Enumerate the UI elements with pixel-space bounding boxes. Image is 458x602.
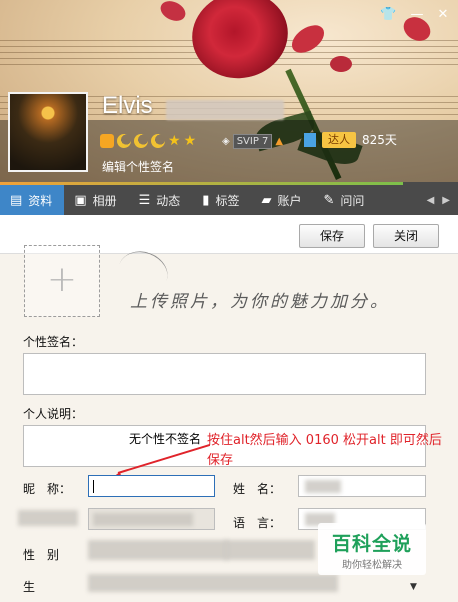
tab-label: 资料 <box>28 193 53 208</box>
star-icon: ★ <box>168 133 181 149</box>
language-label: 语 言： <box>233 516 282 530</box>
daren-icon <box>304 132 316 147</box>
moon-icon <box>117 134 131 148</box>
question-icon: ✎ <box>323 192 335 208</box>
edit-signature-link[interactable]: 编辑个性签名 <box>102 158 174 175</box>
skin-icon[interactable]: 👕 <box>380 8 396 22</box>
tab-label: 标签 <box>215 193 240 208</box>
crown-icon <box>100 134 114 148</box>
name-input[interactable] <box>298 475 426 497</box>
tab-scroll-left-icon[interactable]: ◀ <box>427 195 435 206</box>
redacted-gender <box>88 540 228 560</box>
briefcase-icon: ▰ <box>261 192 272 208</box>
tab-tags[interactable]: ▮ 标签 <box>192 185 251 215</box>
photo-icon: ▣ <box>74 192 87 208</box>
tab-label: 问问 <box>340 193 365 208</box>
star-icon: ★ <box>183 133 197 149</box>
dropdown-arrow-icon[interactable]: ▼ <box>410 582 417 592</box>
tab-label: 动态 <box>156 193 181 208</box>
tab-bar: ▤ 资料 ▣ 相册 ☰ 动态 ▮ 标签 ▰ 账户 ✎ 问问 ◀ ▶ <box>0 185 458 215</box>
redacted-value <box>305 480 341 493</box>
nickname-label: 昵 称： <box>23 482 72 496</box>
upload-photo-hint: 上传照片，为你的魅力加分。 <box>130 292 390 312</box>
watermark-subtitle: 助你轻松解决 <box>342 560 402 571</box>
gender-label: 性 别 <box>23 548 60 562</box>
description-label: 个人说明： <box>23 407 84 421</box>
svip-label: SVIP 7 <box>232 133 273 149</box>
up-arrow-icon: ▲ <box>275 135 284 147</box>
moon-icon <box>151 134 165 148</box>
close-button[interactable]: 关闭 <box>373 224 439 248</box>
tab-profile[interactable]: ▤ 资料 <box>0 185 65 215</box>
tab-scroll-arrows: ◀ ▶ <box>427 185 458 215</box>
level-badges[interactable]: ★ ★ <box>100 133 196 149</box>
description-text: 无个性不签名 <box>129 432 202 446</box>
tab-scroll-right-icon[interactable]: ▶ <box>442 195 450 206</box>
upload-photo-box[interactable]: + <box>24 245 100 317</box>
tab-label: 账户 <box>277 193 302 208</box>
redacted-input[interactable] <box>88 508 215 530</box>
nickname-input[interactable] <box>88 475 215 497</box>
minimize-icon[interactable]: — <box>410 8 424 22</box>
redacted-account-number <box>166 100 284 120</box>
redacted-value <box>93 513 193 526</box>
diamond-icon: ◈ <box>222 135 230 147</box>
tab-account[interactable]: ▰ 账户 <box>251 185 313 215</box>
svip-badge[interactable]: ◈ SVIP 7 ▲ <box>222 133 283 149</box>
tutorial-annotation: 按住alt然后输入 0160 松开alt 即可然后保存 <box>207 433 442 468</box>
id-card-icon: ▤ <box>10 192 23 208</box>
save-button[interactable]: 保存 <box>299 224 365 248</box>
close-window-icon[interactable]: ✕ <box>436 8 450 22</box>
tab-questions[interactable]: ✎ 问问 <box>313 185 376 215</box>
text-caret <box>93 480 94 493</box>
rose-petal <box>157 0 189 25</box>
redacted-label <box>18 510 78 526</box>
moon-icon <box>134 134 148 148</box>
redacted-birthday <box>88 574 338 592</box>
signature-field[interactable] <box>23 353 426 395</box>
name-label: 姓 名： <box>233 482 282 496</box>
daren-label: 达人 <box>322 131 356 148</box>
plus-icon: + <box>46 259 78 300</box>
bookmark-icon: ▮ <box>202 192 210 208</box>
watermark: 百科全说 助你轻松解决 <box>318 523 426 575</box>
tab-album[interactable]: ▣ 相册 <box>64 185 128 215</box>
profile-header: 👕 — ✕ Elvis ★ ★ ◈ SVIP 7 ▲ 达人 825天 编辑个性签… <box>0 0 458 185</box>
rose-petal <box>330 56 352 72</box>
signature-label: 个性签名： <box>23 335 84 349</box>
profile-nickname: Elvis <box>102 92 153 119</box>
watermark-title: 百科全说 <box>331 533 412 555</box>
avatar[interactable] <box>8 92 88 172</box>
daren-badge[interactable]: 达人 825天 <box>304 131 397 148</box>
birthday-label: 生 <box>23 580 36 594</box>
list-icon: ☰ <box>138 192 151 208</box>
redacted-field <box>225 540 315 560</box>
active-days: 825天 <box>362 133 397 147</box>
tab-feed[interactable]: ☰ 动态 <box>129 185 193 215</box>
rose-flower-image <box>184 0 296 88</box>
tab-label: 相册 <box>92 193 117 208</box>
